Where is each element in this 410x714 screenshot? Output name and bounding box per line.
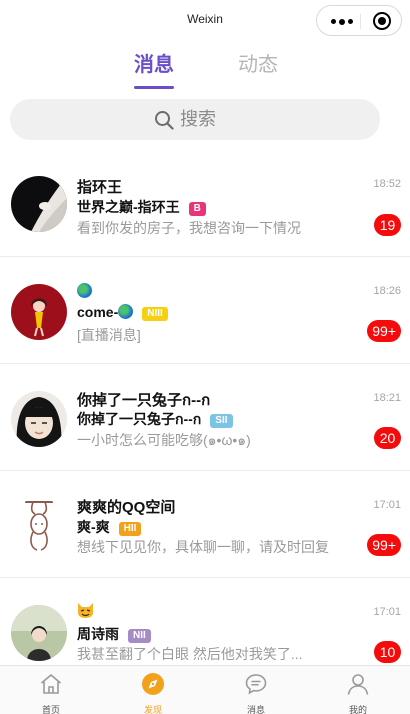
cat-emoji-icon [78,603,93,618]
unread-count-badge: 99+ [367,534,401,556]
more-icon[interactable] [331,18,353,25]
level-badge: NIII [142,307,168,321]
unread-count-badge: 20 [374,427,401,449]
unread-count-badge: 10 [374,641,401,663]
message-preview: 一小时怎么可能吃够(๑•ω•๑) [77,432,251,448]
user-icon [347,674,369,695]
chat-icon [245,674,267,695]
message-time: 18:26 [373,285,401,297]
search-input[interactable] [180,107,330,132]
conversation-title [77,602,94,620]
nav-profile[interactable]: 我的 [307,666,409,714]
sender-line: come- NIII [77,304,168,321]
sender-name: 世界之巅-指环王 [77,199,180,215]
nav-messages[interactable]: 消息 [205,666,307,714]
conversation-item[interactable]: 指环王 世界之巅-指环王 B 看到你发的房子，我想咨询一下情况 18:52 19 [0,150,410,257]
sender-name: come- [77,304,119,320]
conversation-item[interactable]: 周诗雨 NII 我甚至翻了个白眼 然后他对我笑了... 17:01 10 [0,578,410,665]
level-badge: B [188,202,206,216]
top-bar: Weixin [0,0,410,40]
sender-name: 你掉了一只兔子ก--ก [77,411,202,427]
globe-icon [77,283,92,298]
search-bar[interactable] [10,99,380,140]
avatar [11,605,67,661]
level-badge: SII [210,414,233,428]
sender-name: 周诗雨 [77,626,119,642]
home-icon [40,674,62,694]
nav-home[interactable]: 首页 [0,666,102,714]
message-preview: [直播消息] [77,327,141,343]
mini-program-capsule [316,5,402,36]
bottom-navigation: 首页 发现 消息 我的 [0,665,410,714]
unread-count-badge: 99+ [367,320,401,342]
unread-count-badge: 19 [374,214,401,236]
message-preview: 想线下见见你，具体聊一聊，请及时回复 [77,539,329,555]
nav-discover-label: 发现 [143,705,162,714]
conversation-title: 爽爽的QQ空间 [77,499,176,516]
active-tab-indicator [134,86,174,89]
message-time: 18:21 [373,392,401,404]
level-badge: NII [128,629,151,643]
sender-line: 世界之巅-指环王 B [77,197,206,217]
search-icon [155,111,174,130]
avatar [11,391,67,447]
avatar [11,284,67,340]
globe-icon [118,304,134,319]
conversation-item[interactable]: come- NIII [直播消息] 18:26 99+ [0,257,410,364]
level-badge: HII [118,522,142,536]
conversation-title [77,283,92,300]
sender-line: 周诗雨 NII [77,624,151,644]
sender-name: 爽-爽 [77,519,110,535]
message-time: 18:52 [373,178,401,190]
sender-line: 你掉了一只兔子ก--ก SII [77,409,233,431]
tab-messages[interactable]: 消息 [134,48,174,77]
nav-profile-label: 我的 [348,705,367,714]
nav-messages-label: 消息 [246,705,265,714]
conversation-item[interactable]: 你掉了一只兔子ก--ก 你掉了一只兔子ก--ก SII 一小时怎么可能吃够(๑•ω… [0,364,410,471]
tab-dynamics[interactable]: 动态 [238,48,278,77]
conversation-item[interactable]: 爽爽的QQ空间 爽-爽 HII 想线下见见你，具体聊一聊，请及时回复 17:01 … [0,471,410,578]
conversation-title: 指环王 [77,179,123,196]
message-time: 17:01 [373,606,401,618]
nav-home-label: 首页 [41,705,60,714]
avatar [11,498,67,554]
message-preview: 我甚至翻了个白眼 然后他对我笑了... [77,646,303,662]
compass-icon [142,673,164,695]
capsule-divider [360,14,361,29]
sender-line: 爽-爽 HII [77,517,142,537]
nav-discover[interactable]: 发现 [102,666,204,714]
message-preview: 看到你发的房子，我想咨询一下情况 [77,220,301,236]
close-target-icon[interactable] [373,12,391,30]
message-time: 17:01 [373,499,401,511]
avatar [11,176,67,232]
